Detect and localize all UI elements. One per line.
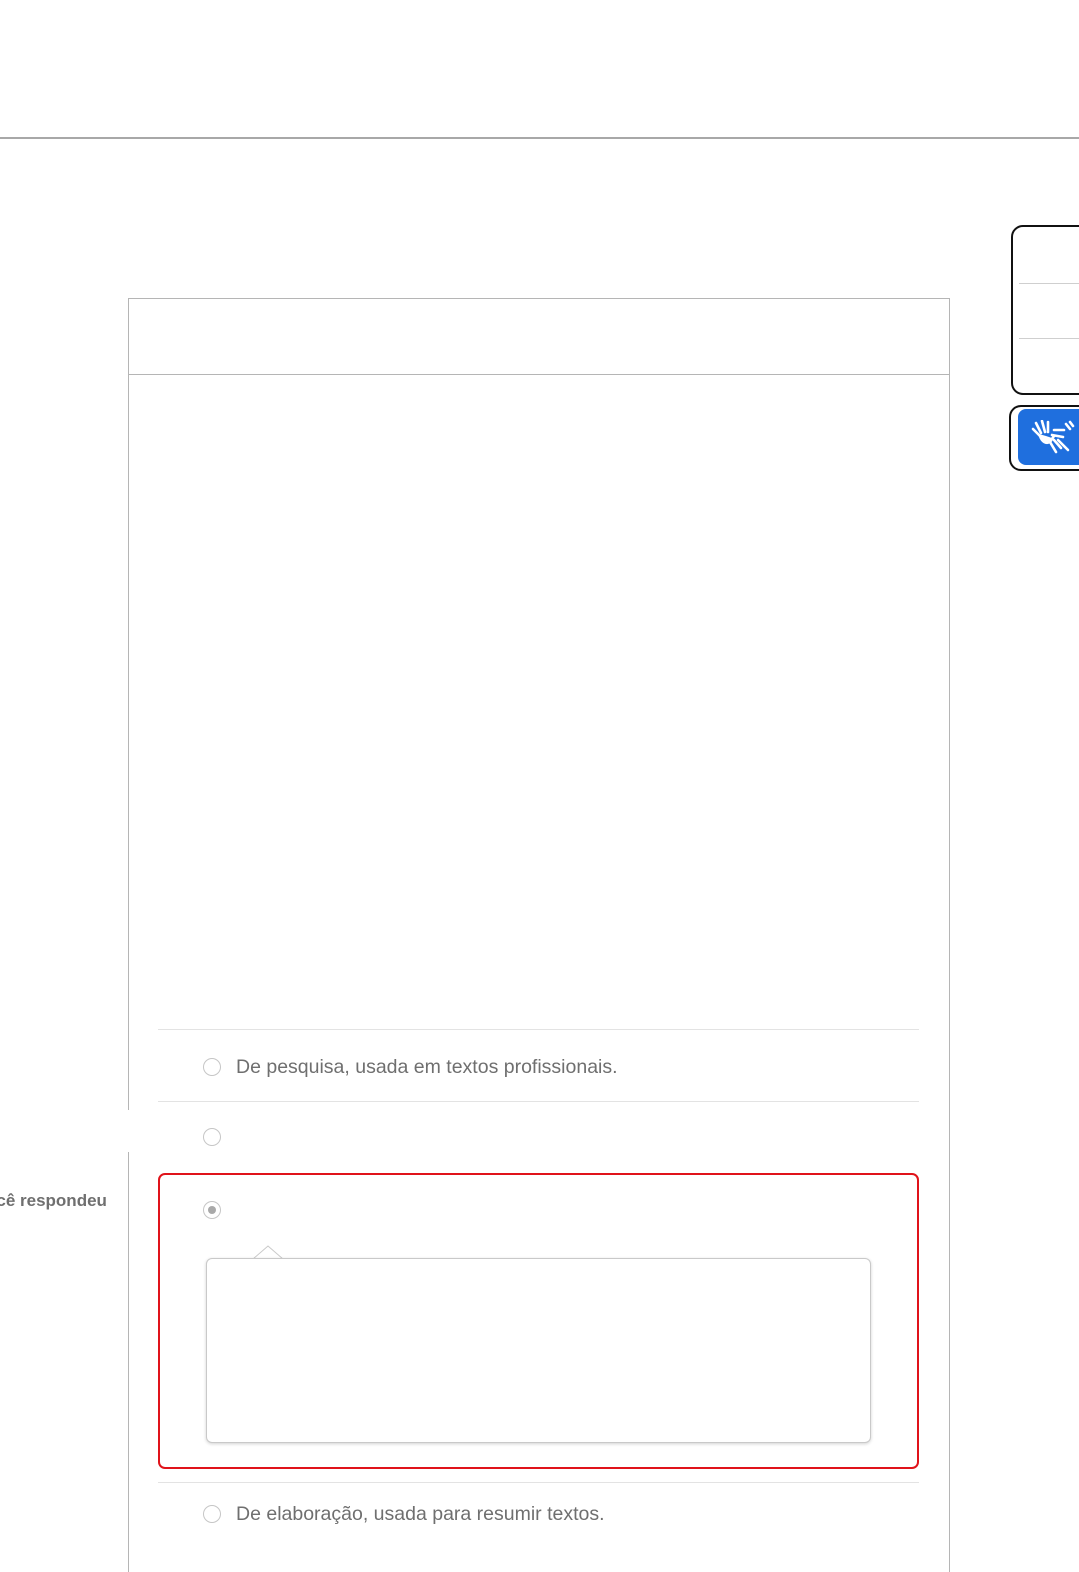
answer-feedback-box [206,1258,871,1443]
accessibility-toolbar-slot-2[interactable] [1013,283,1079,337]
answer-option-a-label: De pesquisa, usada em textos profissiona… [236,1056,618,1078]
answer-option-b-radio[interactable] [203,1128,221,1146]
answer-option-d[interactable]: De elaboração, usada para resumir textos… [158,1483,919,1555]
answer-option-b[interactable] [158,1102,919,1174]
answer-option-d-label: De elaboração, usada para resumir textos… [236,1503,605,1525]
question-card-header [129,299,949,375]
card-border-gap [120,1110,136,1152]
page: De pesquisa, usada em textos profissiona… [0,0,1079,1572]
you-answered-label: ocê respondeu [0,1191,107,1210]
question-statement [129,375,949,1025]
libras-button[interactable] [1018,409,1079,465]
accessibility-toolbar [1011,225,1079,395]
accessibility-toolbar-slot-3[interactable] [1013,338,1079,392]
answer-option-d-radio[interactable] [203,1505,221,1523]
header-divider [0,137,1079,139]
accessibility-toolbar-slot-1[interactable] [1013,227,1079,281]
answer-option-a[interactable]: De pesquisa, usada em textos profissiona… [158,1030,919,1102]
sign-language-hands-icon [1031,420,1075,454]
libras-widget [1009,405,1079,471]
answer-option-a-radio[interactable] [203,1058,221,1076]
